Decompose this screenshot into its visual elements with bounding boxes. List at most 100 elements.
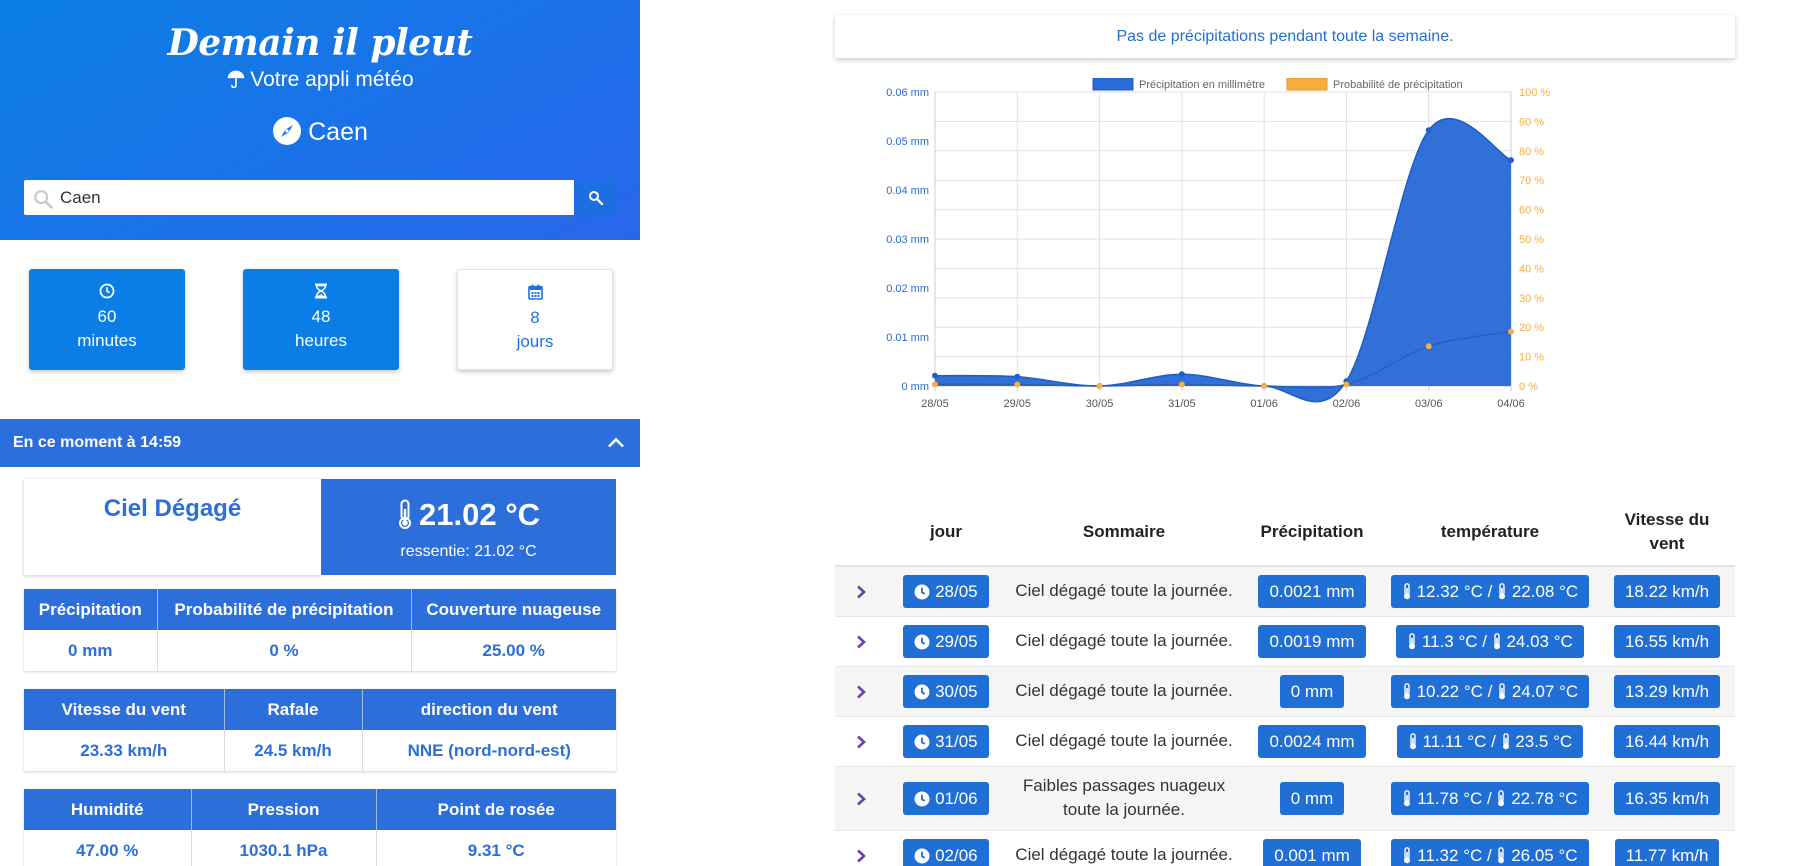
y-right-tick-label: 10 %	[1519, 352, 1544, 364]
forecast-day-cell: 01/06	[887, 766, 1005, 831]
thermometer-icon	[399, 499, 411, 529]
forecast-wind-cell: 18.22 km/h	[1599, 566, 1735, 617]
wind-speed-value: 23.33 km/h	[24, 730, 225, 771]
forecast-date: 30/05	[935, 681, 978, 701]
search-field[interactable]	[24, 180, 574, 215]
wind-badge: 13.29 km/h	[1613, 674, 1721, 708]
forecast-summary: Ciel dégagé toute la journée.	[1005, 666, 1243, 717]
clock-icon	[914, 634, 930, 649]
precipitation-badge: 0.001 mm	[1263, 838, 1361, 866]
x-tick-label: 03/06	[1415, 398, 1443, 410]
probability-point	[1425, 343, 1432, 350]
forecast-temp-cell: 10.22 °C / 24.07 °C	[1381, 666, 1599, 717]
mode-hours-button[interactable]: 48 heures	[243, 269, 399, 370]
expand-row-button[interactable]	[835, 766, 887, 831]
x-tick-label: 02/06	[1333, 398, 1361, 410]
wind-speed-header: Vitesse du vent	[24, 689, 225, 730]
forecast-row[interactable]: 30/05 Ciel dégagé toute la journée. 0 mm 1…	[835, 666, 1735, 717]
x-tick-label: 01/06	[1250, 398, 1278, 410]
expand-row-button[interactable]	[835, 666, 887, 717]
cloud-cover-value: 25.00 %	[411, 630, 616, 671]
thermometer-icon	[1499, 582, 1506, 599]
forecast-summary: Faibles passages nuageux toute la journé…	[1005, 766, 1243, 831]
forecast-table: jour Sommaire Précipitation température …	[835, 498, 1735, 866]
clock-icon	[914, 791, 930, 806]
forecast-row[interactable]: 02/06 Ciel dégagé toute la journée. 0.001 …	[835, 830, 1735, 866]
temp-max: 26.05 °C	[1511, 845, 1578, 865]
precipitation-badge: 0 mm	[1279, 781, 1345, 815]
search-input[interactable]	[60, 180, 560, 215]
forecast-row[interactable]: 29/05 Ciel dégagé toute la journée. 0.0019…	[835, 616, 1735, 667]
precipitation-table: Précipitation Probabilité de précipitati…	[24, 589, 616, 671]
chevron-right-icon	[857, 792, 866, 805]
forecast-temp-cell: 12.32 °C / 22.08 °C	[1381, 566, 1599, 617]
date-badge: 31/05	[903, 724, 989, 758]
mode-minutes-value: 60	[97, 307, 117, 326]
search-button[interactable]	[575, 180, 617, 215]
precipitation-notice: Pas de précipitations pendant toute la s…	[835, 15, 1735, 58]
temp-min: 11.78 °C /	[1417, 788, 1492, 808]
wind-direction-value: NNE (nord-nord-est)	[362, 730, 616, 771]
expand-row-button[interactable]	[835, 716, 887, 767]
precipitation-header: Précipitation	[24, 589, 158, 630]
y-right-tick-label: 40 %	[1519, 263, 1544, 275]
legend-label-precipitation: Précipitation en millimètre	[1139, 79, 1265, 91]
chevron-up-icon	[608, 437, 624, 448]
tagline-text: Votre appli météo	[250, 68, 414, 91]
day-column-header: jour	[887, 498, 1005, 567]
y-left-tick-label: 0.05 mm	[886, 136, 929, 148]
forecast-temp-cell: 11.78 °C / 22.78 °C	[1381, 766, 1599, 831]
clock-icon	[914, 684, 930, 699]
temp-min: 11.11 °C /	[1422, 731, 1496, 751]
y-right-tick-label: 50 %	[1519, 234, 1544, 246]
forecast-precip-cell: 0.0019 mm	[1243, 616, 1381, 667]
clock-icon	[914, 734, 930, 749]
mode-minutes-button[interactable]: 60 minutes	[29, 269, 185, 370]
wind-badge: 16.44 km/h	[1613, 724, 1721, 758]
expand-row-button[interactable]	[835, 566, 887, 617]
date-badge: 02/06	[903, 838, 989, 866]
wind-column-header-text: Vitesse du vent	[1624, 509, 1710, 553]
cloud-cover-header: Couverture nuageuse	[411, 589, 616, 630]
forecast-summary: Ciel dégagé toute la journée.	[1005, 616, 1243, 667]
precipitation-point	[1178, 371, 1185, 378]
wind-badge: 18.22 km/h	[1613, 574, 1721, 608]
thermometer-icon	[1404, 846, 1411, 863]
search-icon	[34, 190, 53, 209]
mode-minutes-unit: minutes	[77, 331, 137, 350]
wind-badge: 11.77 km/h	[1614, 838, 1720, 866]
date-badge: 30/05	[903, 674, 989, 708]
current-conditions-toggle[interactable]: En ce moment à 14:59	[0, 419, 640, 467]
expand-row-button[interactable]	[835, 616, 887, 667]
forecast-row[interactable]: 31/05 Ciel dégagé toute la journée. 0.0024…	[835, 716, 1735, 767]
series-precipitation-area	[935, 118, 1511, 402]
forecast-row[interactable]: 01/06 Faibles passages nuageux toute la j…	[835, 766, 1735, 831]
expand-row-button[interactable]	[835, 830, 887, 866]
dew-point-header: Point de rosée	[376, 789, 616, 830]
temp-max: 24.07 °C	[1511, 681, 1579, 701]
precipitation-point	[1014, 373, 1021, 380]
wind-column-header: Vitesse du vent	[1599, 498, 1735, 567]
legend-swatch-precipitation	[1092, 78, 1134, 91]
wind-badge: 16.35 km/h	[1613, 781, 1721, 815]
clock-icon	[914, 584, 930, 600]
forecast-summary: Ciel dégagé toute la journée.	[1005, 566, 1243, 617]
compass-icon	[273, 117, 302, 145]
forecast-row[interactable]: 28/05 Ciel dégagé toute la journée. 0.0021…	[835, 566, 1735, 617]
date-badge: 29/05	[903, 624, 989, 658]
umbrella-icon	[227, 70, 245, 89]
legend-label-probability: Probabilité de précipitation	[1333, 79, 1463, 91]
precip-probability-value: 0 %	[157, 630, 412, 671]
thermometer-icon	[1499, 682, 1506, 699]
forecast-rows: 28/05 Ciel dégagé toute la journée. 0.0021…	[835, 566, 1735, 866]
y-left-tick-label: 0.06 mm	[886, 87, 929, 99]
city-name: Caen	[308, 118, 368, 146]
temp-min: 11.3 °C /	[1421, 631, 1487, 651]
current-conditions-header: En ce moment à 14:59	[13, 434, 182, 451]
precipitation-badge: 0.0019 mm	[1258, 624, 1366, 658]
pressure-value: 1030.1 hPa	[191, 830, 377, 866]
current-temperature: 21.02 °C	[321, 497, 616, 533]
mode-days-button[interactable]: 8 jours	[457, 269, 613, 370]
humidity-table: Humidité Pression Point de rosée 47.00 %…	[24, 789, 616, 866]
expand-column-header	[835, 498, 887, 567]
